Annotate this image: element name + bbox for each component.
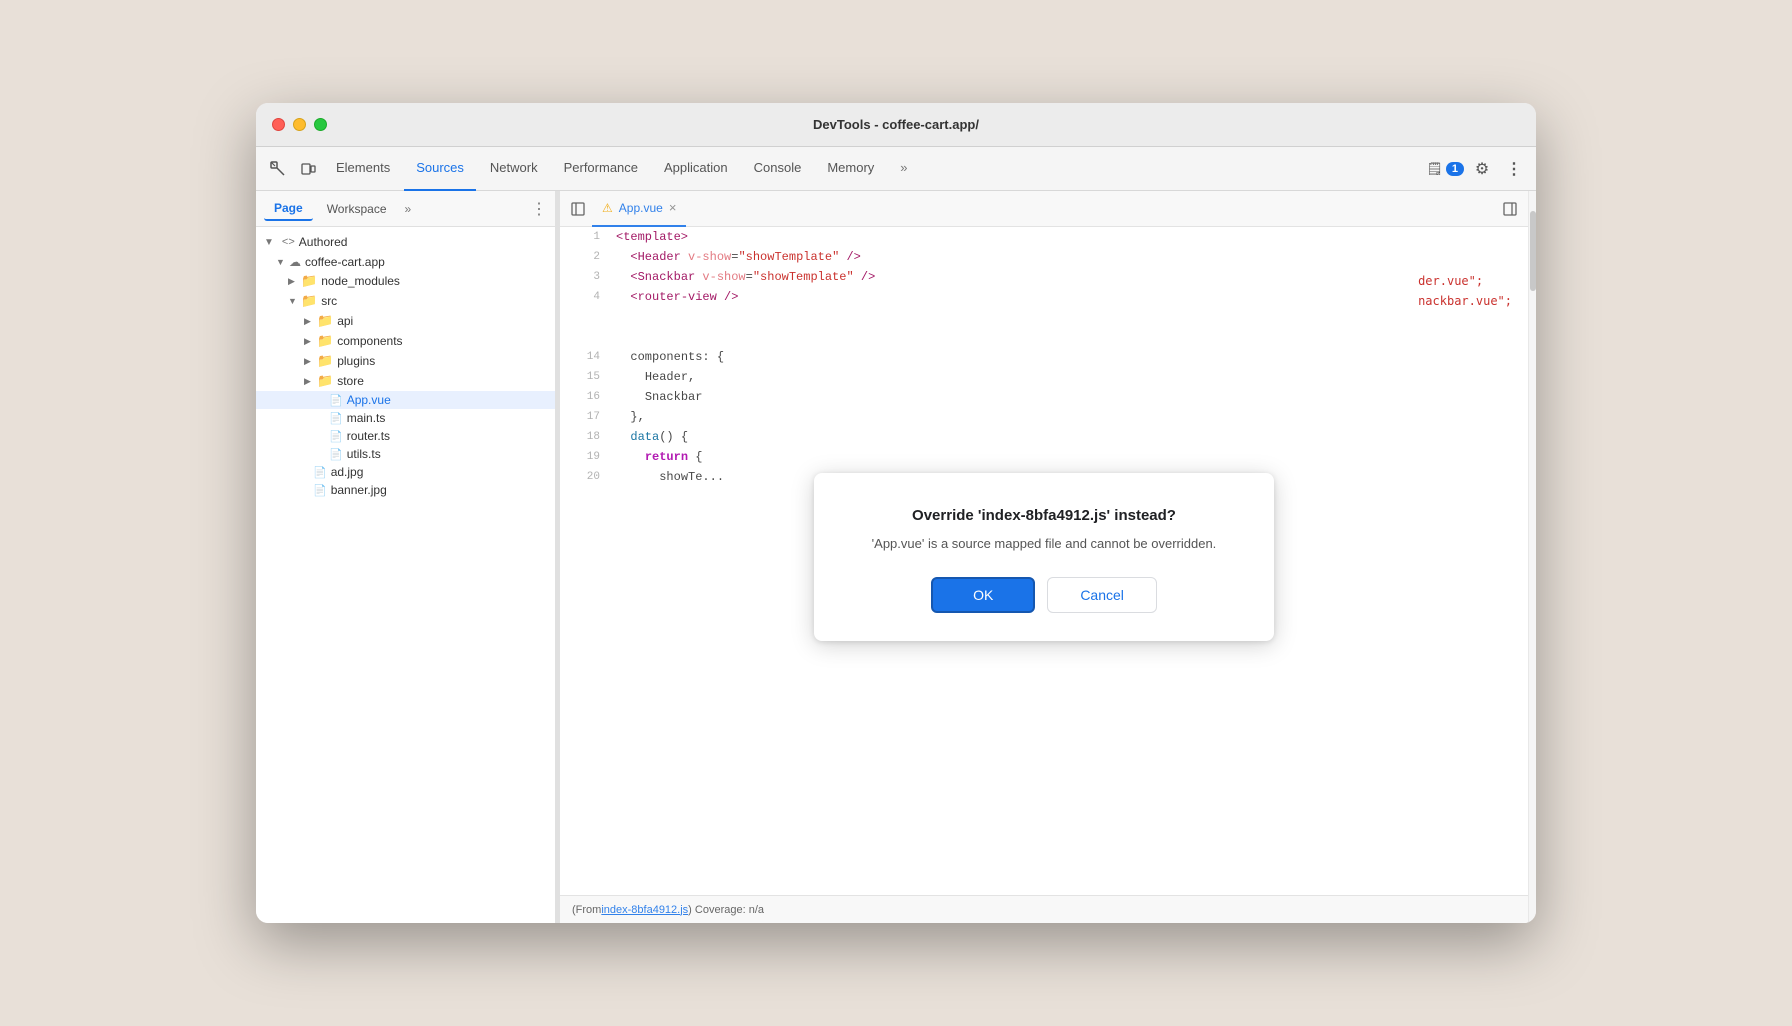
tree-item-components[interactable]: ▶ 📁 components: [256, 331, 555, 351]
more-options-button[interactable]: ⋮: [1500, 155, 1528, 183]
window-title: DevTools - coffee-cart.app/: [813, 117, 979, 132]
override-dialog: Override 'index-8bfa4912.js' instead? 'A…: [814, 473, 1274, 642]
authored-section-header[interactable]: ▼ <> Authored: [256, 231, 555, 253]
folder-icon: 📁: [317, 333, 333, 349]
tree-item-label: main.ts: [347, 411, 386, 425]
sidebar-tab-page[interactable]: Page: [264, 197, 313, 221]
tree-item-label: store: [337, 374, 364, 388]
authored-arrow-icon: ▼: [264, 237, 274, 248]
dialog-body: 'App.vue' is a source mapped file and ca…: [854, 534, 1234, 554]
tree-item-label: ad.jpg: [331, 465, 364, 479]
file-icon: 📄: [329, 448, 343, 461]
tab-memory[interactable]: Memory: [815, 147, 886, 191]
expand-arrow-icon: ▶: [304, 316, 314, 327]
tree-item-utils-ts[interactable]: 📄 utils.ts: [256, 445, 555, 463]
folder-icon: 📁: [317, 353, 333, 369]
editor-area: ⚠ App.vue × 1 <template>: [560, 191, 1528, 923]
console-count-badge: 1: [1446, 162, 1464, 176]
tree-item-src[interactable]: ▼ 📁 src: [256, 291, 555, 311]
more-tabs-button[interactable]: »: [888, 147, 919, 191]
kebab-icon: ⋮: [1506, 159, 1522, 179]
vertical-scrollbar[interactable]: [1528, 191, 1536, 923]
tree-item-api[interactable]: ▶ 📁 api: [256, 311, 555, 331]
sidebar-tab-workspace[interactable]: Workspace: [317, 198, 397, 220]
close-button[interactable]: [272, 118, 285, 131]
file-icon: 📄: [329, 394, 343, 407]
tree-item-store[interactable]: ▶ 📁 store: [256, 371, 555, 391]
dialog-overlay: Override 'index-8bfa4912.js' instead? 'A…: [560, 191, 1528, 923]
expand-arrow-icon: ▶: [288, 276, 298, 287]
dialog-buttons: OK Cancel: [854, 577, 1234, 613]
cloud-icon: ☁: [289, 255, 301, 269]
maximize-button[interactable]: [314, 118, 327, 131]
traffic-lights: [272, 118, 327, 131]
gear-icon: ⚙: [1475, 159, 1489, 179]
folder-icon: 📁: [301, 293, 317, 309]
sidebar-tree: ▼ <> Authored ▼ ☁ coffee-cart.app ▶ 📁 no…: [256, 227, 555, 923]
tree-item-app-vue[interactable]: 📄 App.vue: [256, 391, 555, 409]
sidebar-tabs: Page Workspace » ⋮: [256, 191, 555, 227]
folder-icon: 📁: [317, 313, 333, 329]
device-toggle-button[interactable]: [294, 155, 322, 183]
tree-item-label: banner.jpg: [331, 483, 387, 497]
titlebar: DevTools - coffee-cart.app/: [256, 103, 1536, 147]
console-icon: 🗒: [1426, 161, 1443, 177]
authored-label: Authored: [299, 235, 348, 249]
expand-arrow-icon: ▼: [288, 296, 298, 306]
tab-console[interactable]: Console: [742, 147, 814, 191]
file-icon: 📄: [313, 484, 327, 497]
tree-item-label: plugins: [337, 354, 375, 368]
tree-item-label: utils.ts: [347, 447, 381, 461]
file-icon: 📄: [313, 466, 327, 479]
folder-icon: 📁: [301, 273, 317, 289]
tab-performance[interactable]: Performance: [552, 147, 650, 191]
tree-item-label: coffee-cart.app: [305, 255, 385, 269]
sidebar-more-tabs[interactable]: »: [401, 198, 416, 220]
tree-item-banner-jpg[interactable]: 📄 banner.jpg: [256, 481, 555, 499]
tab-sources[interactable]: Sources: [404, 147, 476, 191]
main-content: Page Workspace » ⋮ ▼ <> Authored: [256, 191, 1536, 923]
tab-application[interactable]: Application: [652, 147, 740, 191]
ok-button[interactable]: OK: [931, 577, 1035, 613]
tree-item-coffee-cart[interactable]: ▼ ☁ coffee-cart.app: [256, 253, 555, 271]
settings-button[interactable]: ⚙: [1468, 155, 1496, 183]
tree-item-main-ts[interactable]: 📄 main.ts: [256, 409, 555, 427]
main-toolbar: Elements Sources Network Performance App…: [256, 147, 1536, 191]
device-icon: [300, 161, 316, 177]
code-brackets-icon: <>: [282, 236, 295, 248]
tree-item-node-modules[interactable]: ▶ 📁 node_modules: [256, 271, 555, 291]
tree-item-plugins[interactable]: ▶ 📁 plugins: [256, 351, 555, 371]
tree-item-label: node_modules: [321, 274, 400, 288]
sidebar-options-button[interactable]: ⋮: [531, 199, 547, 219]
expand-arrow-icon: ▶: [304, 356, 314, 367]
tree-item-label: router.ts: [347, 429, 390, 443]
tree-item-label: src: [321, 294, 337, 308]
tab-network[interactable]: Network: [478, 147, 550, 191]
expand-arrow-icon: ▼: [276, 257, 286, 267]
inspect-icon: [270, 161, 286, 177]
tree-item-router-ts[interactable]: 📄 router.ts: [256, 427, 555, 445]
toolbar-right: 🗒 1 ⚙ ⋮: [1426, 155, 1528, 183]
tab-elements[interactable]: Elements: [324, 147, 402, 191]
scroll-thumb[interactable]: [1530, 211, 1536, 291]
console-badge-btn[interactable]: 🗒 1: [1426, 161, 1464, 177]
folder-icon: 📁: [317, 373, 333, 389]
minimize-button[interactable]: [293, 118, 306, 131]
tree-item-label: App.vue: [347, 393, 391, 407]
tree-item-label: api: [337, 314, 353, 328]
expand-arrow-icon: ▶: [304, 336, 314, 347]
tree-item-ad-jpg[interactable]: 📄 ad.jpg: [256, 463, 555, 481]
devtools-window: DevTools - coffee-cart.app/ Elements Sou…: [256, 103, 1536, 923]
file-icon: 📄: [329, 430, 343, 443]
expand-arrow-icon: ▶: [304, 376, 314, 387]
sidebar: Page Workspace » ⋮ ▼ <> Authored: [256, 191, 556, 923]
inspect-element-button[interactable]: [264, 155, 292, 183]
tree-item-label: components: [337, 334, 402, 348]
file-icon: 📄: [329, 412, 343, 425]
cancel-button[interactable]: Cancel: [1047, 577, 1157, 613]
dialog-title: Override 'index-8bfa4912.js' instead?: [854, 505, 1234, 526]
